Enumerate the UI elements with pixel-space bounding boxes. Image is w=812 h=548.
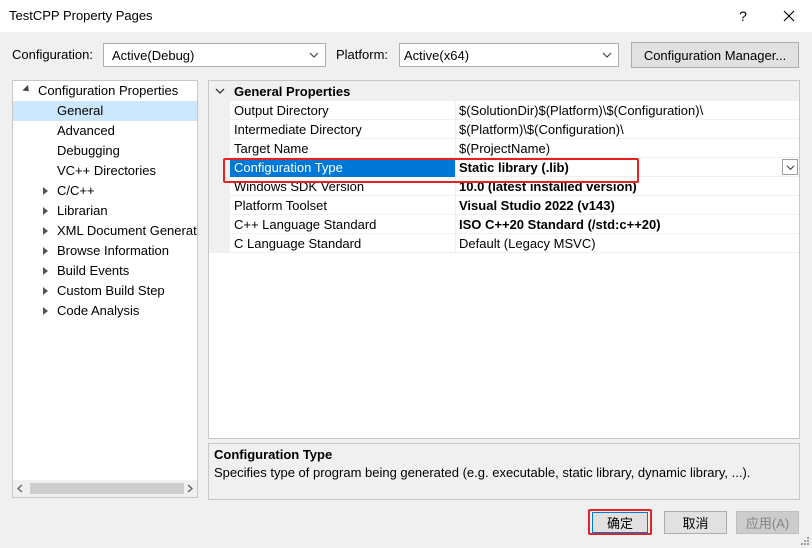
collapsed-triangle-icon [43,267,48,275]
scroll-right-icon[interactable] [186,484,194,493]
chevron-down-icon [786,164,794,170]
tree-item-build-events[interactable]: Build Events [13,261,197,281]
property-name: Target Name [234,141,309,156]
cancel-button[interactable]: 取消 [664,511,727,534]
property-name: Output Directory [234,103,329,118]
category-general-properties[interactable]: General Properties [209,81,799,101]
resize-grip-icon[interactable] [800,536,810,546]
property-row[interactable]: Target Name $(ProjectName) [209,139,799,158]
configuration-value: Active(Debug) [112,48,195,63]
property-name: Platform Toolset [234,198,327,213]
chevron-down-icon [215,88,225,94]
property-value[interactable]: $(ProjectName) [459,141,550,156]
annotation-highlight [223,158,639,183]
chevron-down-icon [309,52,319,58]
property-row[interactable]: Platform Toolset Visual Studio 2022 (v14… [209,196,799,215]
tree-item-debugging[interactable]: Debugging [13,141,197,161]
platform-label: Platform: [336,47,389,62]
property-name: Intermediate Directory [234,122,362,137]
horizontal-scrollbar[interactable] [13,480,197,497]
property-tree: Configuration Properties General Advance… [12,80,198,498]
title-bar: TestCPP Property Pages ? [0,0,812,32]
tree-item-code-analysis[interactable]: Code Analysis [13,301,197,321]
property-value[interactable]: ISO C++20 Standard (/std:c++20) [459,217,661,232]
property-row[interactable]: Output Directory $(SolutionDir)$(Platfor… [209,101,799,120]
expanded-triangle-icon [22,84,32,95]
property-name: C++ Language Standard [234,217,377,232]
collapsed-triangle-icon [43,307,48,315]
platform-value: Active(x64) [404,48,470,63]
ok-button[interactable]: 确定 [592,512,648,533]
collapsed-triangle-icon [43,227,48,235]
property-row[interactable]: C Language Standard Default (Legacy MSVC… [209,234,799,253]
tree-item-vc-directories[interactable]: VC++ Directories [13,161,197,181]
platform-select[interactable]: Active(x64) [399,43,619,67]
tree-item-custom-build-step[interactable]: Custom Build Step [13,281,197,301]
tree-item-browse-information[interactable]: Browse Information [13,241,197,261]
collapsed-triangle-icon [43,247,48,255]
property-value[interactable]: Default (Legacy MSVC) [459,236,596,251]
tree-item-c-cpp[interactable]: C/C++ [13,181,197,201]
configuration-manager-button[interactable]: Configuration Manager... [631,42,799,68]
tree-item-xml-document-generator[interactable]: XML Document Generat [13,221,197,241]
property-grid: General Properties Output Directory $(So… [208,80,800,439]
scrollbar-thumb[interactable] [30,483,184,494]
description-panel: Configuration Type Specifies type of pro… [208,443,800,500]
configuration-label: Configuration: [12,47,93,62]
collapsed-triangle-icon [43,207,48,215]
close-icon [783,10,795,22]
tree-item-advanced[interactable]: Advanced [13,121,197,141]
tree-item-configuration-properties[interactable]: Configuration Properties [13,81,197,101]
configuration-select[interactable]: Active(Debug) [103,43,326,67]
window-title: TestCPP Property Pages [9,8,153,23]
collapsed-triangle-icon [43,187,48,195]
property-value[interactable]: Visual Studio 2022 (v143) [459,198,615,213]
chevron-down-icon [602,52,612,58]
tree-item-librarian[interactable]: Librarian [13,201,197,221]
tree-item-general[interactable]: General [13,101,197,121]
value-dropdown-button[interactable] [782,159,798,175]
apply-button[interactable]: 应用(A) [736,511,799,534]
property-name: C Language Standard [234,236,362,251]
description-text: Specifies type of program being generate… [214,465,751,480]
property-row[interactable]: C++ Language Standard ISO C++20 Standard… [209,215,799,234]
description-title: Configuration Type [214,447,333,462]
collapsed-triangle-icon [43,287,48,295]
close-button[interactable] [766,0,812,32]
property-value[interactable]: $(SolutionDir)$(Platform)\$(Configuratio… [459,103,703,118]
category-label: General Properties [234,84,351,99]
property-row[interactable]: Intermediate Directory $(Platform)\$(Con… [209,120,799,139]
property-value[interactable]: $(Platform)\$(Configuration)\ [459,122,624,137]
help-button[interactable]: ? [720,0,766,32]
scroll-left-icon[interactable] [16,484,24,493]
